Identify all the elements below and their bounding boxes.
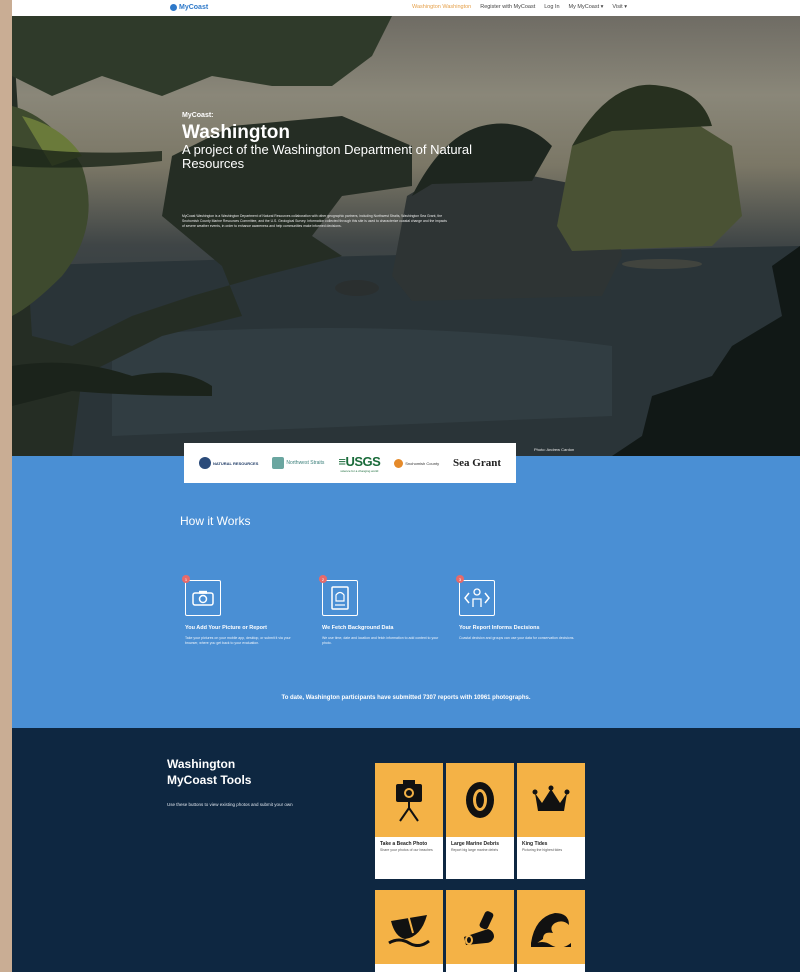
tool-tile-debris[interactable] xyxy=(446,890,514,972)
step-number: 1 xyxy=(182,575,190,583)
step-2: 2 We Fetch Background Data We use time, … xyxy=(319,575,442,646)
debris-icon xyxy=(446,890,514,964)
tile-name: Take a Beach Photo xyxy=(380,841,428,847)
tile-subtitle: Picturing the highest tides xyxy=(522,848,563,852)
tile-caption xyxy=(517,964,585,972)
tire-icon xyxy=(446,763,514,837)
how-it-works-section: How it Works 1 You Add Your Picture or R… xyxy=(12,456,800,728)
tools-title: Washington MyCoast Tools xyxy=(167,756,251,788)
boat-icon xyxy=(375,890,443,964)
step-title: Your Report Informs Decisions xyxy=(459,625,540,631)
snohomish-icon xyxy=(394,458,404,468)
logo-usgs-text: ≡USGS xyxy=(338,453,381,469)
tools-title-line1: Washington xyxy=(167,757,236,771)
nav-link-visit[interactable]: Visit ▾ xyxy=(612,4,627,10)
logo-dnr-text: NATURAL RESOURCES xyxy=(212,460,259,466)
tile-caption: Large Marine Debris Report big large mar… xyxy=(446,837,514,879)
hero-heading: MyCoast: Washington A project of the Was… xyxy=(182,112,482,171)
hero-description: MyCoast Washington is a Washington Depar… xyxy=(182,214,447,228)
nav-link-washington[interactable]: Washington Washington xyxy=(412,4,471,10)
page: MyCoast Washington Washington Register w… xyxy=(12,0,800,972)
step-number: 3 xyxy=(456,575,464,583)
logo-nws-text: Northwest Straits xyxy=(286,460,325,466)
nav-link-mymycoast[interactable]: My MyCoast ▾ xyxy=(569,4,604,10)
photo-credit: Photo: Andrew Cardon xyxy=(534,447,575,452)
tile-name: King Tides xyxy=(522,841,548,847)
logo-seagrant[interactable]: Sea Grant xyxy=(453,457,501,469)
partner-logos: NATURAL RESOURCES Northwest Straits ≡USG… xyxy=(184,443,516,483)
top-nav: MyCoast Washington Washington Register w… xyxy=(12,0,800,16)
nav-link-register[interactable]: Register with MyCoast xyxy=(480,4,535,10)
dnr-seal-icon xyxy=(198,457,211,469)
logo-northwest-straits[interactable]: Northwest Straits xyxy=(272,457,324,469)
step-description: We use time, date and location and fetch… xyxy=(322,636,439,645)
logo-usgs[interactable]: ≡USGS science for a changing world xyxy=(338,454,380,473)
tile-subtitle: Share your photos of our beaches xyxy=(380,848,433,852)
tile-caption: King Tides Picturing the highest tides xyxy=(517,837,585,879)
logo-snoco-text: Snohomish County xyxy=(405,460,440,466)
tools-title-line2: MyCoast Tools xyxy=(167,773,252,787)
hero-kicker: MyCoast: xyxy=(182,112,214,119)
tool-tile-waves[interactable] xyxy=(517,890,585,972)
tool-tile-marine-debris[interactable]: Large Marine Debris Report big large mar… xyxy=(446,763,514,879)
tile-caption xyxy=(446,964,514,972)
step-description: Take your pictures on your mobile app, d… xyxy=(185,636,291,645)
crown-icon xyxy=(517,763,585,837)
brand-logo[interactable]: MyCoast xyxy=(170,4,208,11)
tile-caption: Take a Beach Photo Share your photos of … xyxy=(375,837,443,879)
submission-stat: To date, Washington participants have su… xyxy=(281,695,531,701)
step-number: 2 xyxy=(319,575,327,583)
step-title: You Add Your Picture or Report xyxy=(185,625,267,631)
step-description: Coastal decision and groups can use your… xyxy=(459,636,575,640)
tool-tile-beach-photo[interactable]: Take a Beach Photo Share your photos of … xyxy=(375,763,443,879)
tile-subtitle: Report big large marine debris xyxy=(451,848,499,852)
camera-tripod-icon xyxy=(375,763,443,837)
logo-snohomish[interactable]: Snohomish County xyxy=(394,458,440,468)
camera-icon: 1 xyxy=(182,575,221,616)
logo-dnr[interactable]: NATURAL RESOURCES xyxy=(198,457,259,469)
wave-icon xyxy=(517,890,585,964)
nav-links: Washington Washington Register with MyCo… xyxy=(412,4,627,10)
nav-link-login[interactable]: Log In xyxy=(544,4,559,10)
tool-tile-boat[interactable] xyxy=(375,890,443,972)
tools-description: Use these buttons to view existing photo… xyxy=(167,802,293,807)
person-code-icon: 3 xyxy=(456,575,495,616)
hero-title: Washington xyxy=(182,122,290,143)
hero-subtitle: A project of the Washington Department o… xyxy=(182,142,473,171)
how-it-works-title: How it Works xyxy=(180,514,251,528)
document-icon: 2 xyxy=(319,575,358,616)
tile-caption xyxy=(375,964,443,972)
step-title: We Fetch Background Data xyxy=(322,625,394,631)
globe-icon xyxy=(170,4,177,11)
step-1: 1 You Add Your Picture or Report Take yo… xyxy=(182,575,305,646)
tools-section: Washington MyCoast Tools Use these butto… xyxy=(12,728,800,972)
tool-tile-king-tides[interactable]: King Tides Picturing the highest tides xyxy=(517,763,585,879)
northwest-straits-icon xyxy=(272,457,285,469)
logo-seagrant-text: Sea Grant xyxy=(453,457,501,469)
hero-banner: MyCoast: Washington A project of the Was… xyxy=(12,16,800,456)
tile-name: Large Marine Debris xyxy=(451,841,500,847)
brand-name: MyCoast xyxy=(179,4,209,11)
hero-photo xyxy=(12,16,800,456)
step-3: 3 Your Report Informs Decisions Coastal … xyxy=(456,575,579,641)
logo-usgs-tagline: science for a changing world xyxy=(340,468,379,473)
